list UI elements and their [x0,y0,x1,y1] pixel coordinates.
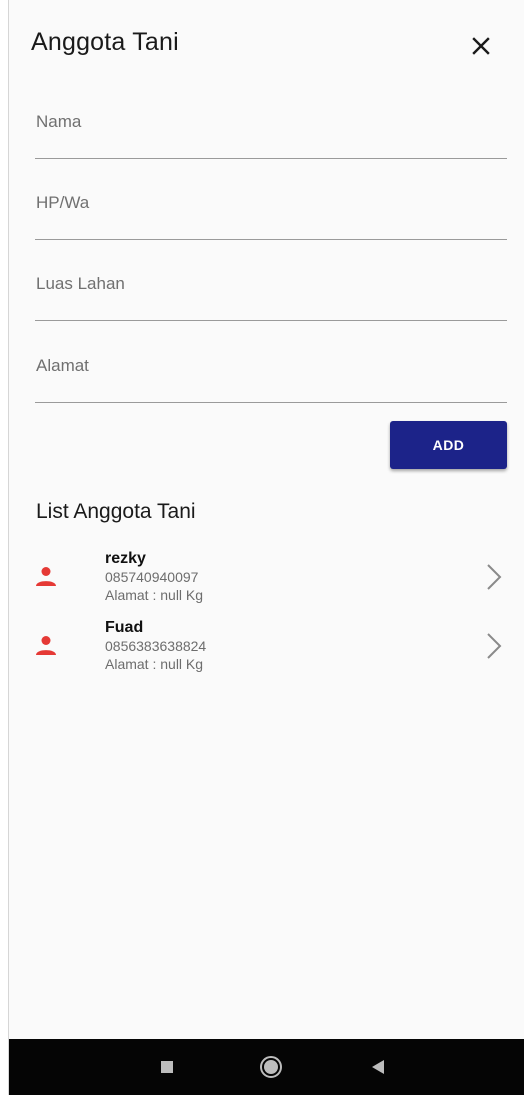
phone-input[interactable] [35,168,507,238]
item-name: rezky [105,550,146,567]
name-field [35,87,507,159]
close-icon [472,37,490,55]
system-nav-bar [9,1039,524,1095]
address-field-underline [35,402,507,403]
name-input[interactable] [35,87,507,157]
person-icon [36,567,56,586]
name-field-underline [35,158,507,159]
app-bar: Anggota Tani [9,0,524,88]
list-item[interactable]: rezky 085740940097 Alamat : null Kg [9,550,524,614]
close-button[interactable] [461,26,501,66]
address-input[interactable] [35,331,507,401]
back-icon [372,1060,384,1074]
add-button[interactable]: ADD [390,421,507,469]
list-title: List Anggota Tani [36,500,196,523]
land-area-input[interactable] [35,249,507,319]
phone-field-underline [35,239,507,240]
chevron-right-icon [487,633,502,659]
phone-field [35,168,507,240]
item-phone: 0856383638824 [105,638,207,654]
list-item[interactable]: Fuad 0856383638824 Alamat : null Kg [9,619,524,683]
land-area-field [35,249,507,321]
land-area-field-underline [35,320,507,321]
person-icon [36,636,56,655]
recents-icon [161,1061,173,1073]
item-address: Alamat : null Kg [105,656,204,672]
item-phone: 085740940097 [105,569,199,585]
chevron-right-icon [487,564,502,590]
app-screen: Anggota Tani ADD List Anggota Tani rezky… [8,0,524,1095]
address-field [35,331,507,403]
home-button[interactable] [257,1053,285,1081]
back-button[interactable] [364,1053,392,1081]
recents-button[interactable] [153,1053,181,1081]
page-title: Anggota Tani [31,28,179,56]
item-name: Fuad [105,619,144,636]
item-address: Alamat : null Kg [105,587,204,603]
home-icon [260,1056,282,1078]
